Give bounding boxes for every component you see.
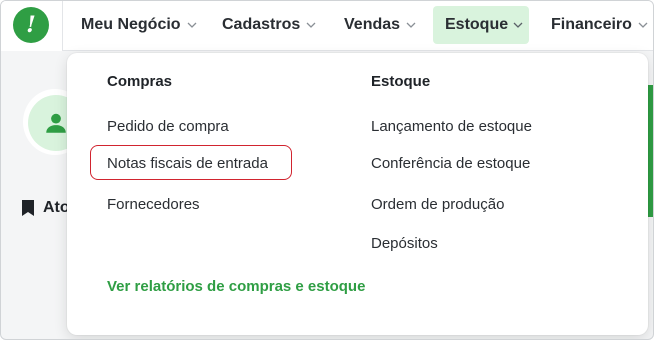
exclamation-logo-icon[interactable]: !	[13, 7, 49, 43]
chevron-down-icon	[186, 19, 198, 31]
nav-estoque[interactable]: Estoque	[433, 6, 529, 44]
compras-heading: Compras	[107, 73, 173, 90]
bookmark-icon	[22, 200, 34, 216]
estoque-heading: Estoque	[371, 73, 431, 90]
user-icon	[46, 113, 66, 133]
nav-meu-negocio[interactable]: Meu Negócio	[69, 6, 210, 44]
estoque-dropdown-menu: Compras Pedido de compra Notas fiscais d…	[67, 53, 648, 335]
nav-cadastros[interactable]: Cadastros	[210, 6, 329, 44]
section-heading: Ato	[21, 199, 70, 217]
menu-item-fornecedores[interactable]: Fornecedores	[107, 196, 200, 213]
menu-item-depositos[interactable]: Depósitos	[371, 235, 438, 252]
nav-financeiro[interactable]: Financeiro	[539, 6, 653, 44]
menu-item-lancamento-de-estoque[interactable]: Lançamento de estoque	[371, 118, 532, 135]
logo-container: !	[1, 1, 63, 51]
chevron-down-icon	[305, 19, 317, 31]
chevron-down-icon	[513, 19, 523, 31]
menu-item-pedido-de-compra[interactable]: Pedido de compra	[107, 118, 229, 135]
chevron-down-icon	[405, 19, 417, 31]
menu-item-notas-fiscais-de-entrada[interactable]: Notas fiscais de entrada	[107, 155, 268, 172]
nav-label: Cadastros	[222, 16, 301, 33]
logo-glyph: !	[26, 12, 36, 38]
nav-label: Financeiro	[551, 16, 632, 33]
nav-label: Estoque	[445, 16, 509, 33]
menu-item-ordem-de-producao[interactable]: Ordem de produção	[371, 196, 504, 213]
reports-link[interactable]: Ver relatórios de compras e estoque	[107, 278, 365, 295]
menu-item-conferencia-de-estoque[interactable]: Conferência de estoque	[371, 155, 530, 172]
nav-label: Vendas	[344, 16, 401, 33]
top-navigation: ! Meu Negócio Cadastros Vendas Estoque F…	[1, 1, 653, 51]
chevron-down-icon	[637, 19, 649, 31]
nav-vendas[interactable]: Vendas	[332, 6, 429, 44]
app-window: Ato ! Meu Negócio Cadastros Vendas Estoq…	[0, 0, 654, 340]
section-heading-label: Ato	[43, 199, 70, 216]
nav-label: Meu Negócio	[81, 16, 181, 33]
